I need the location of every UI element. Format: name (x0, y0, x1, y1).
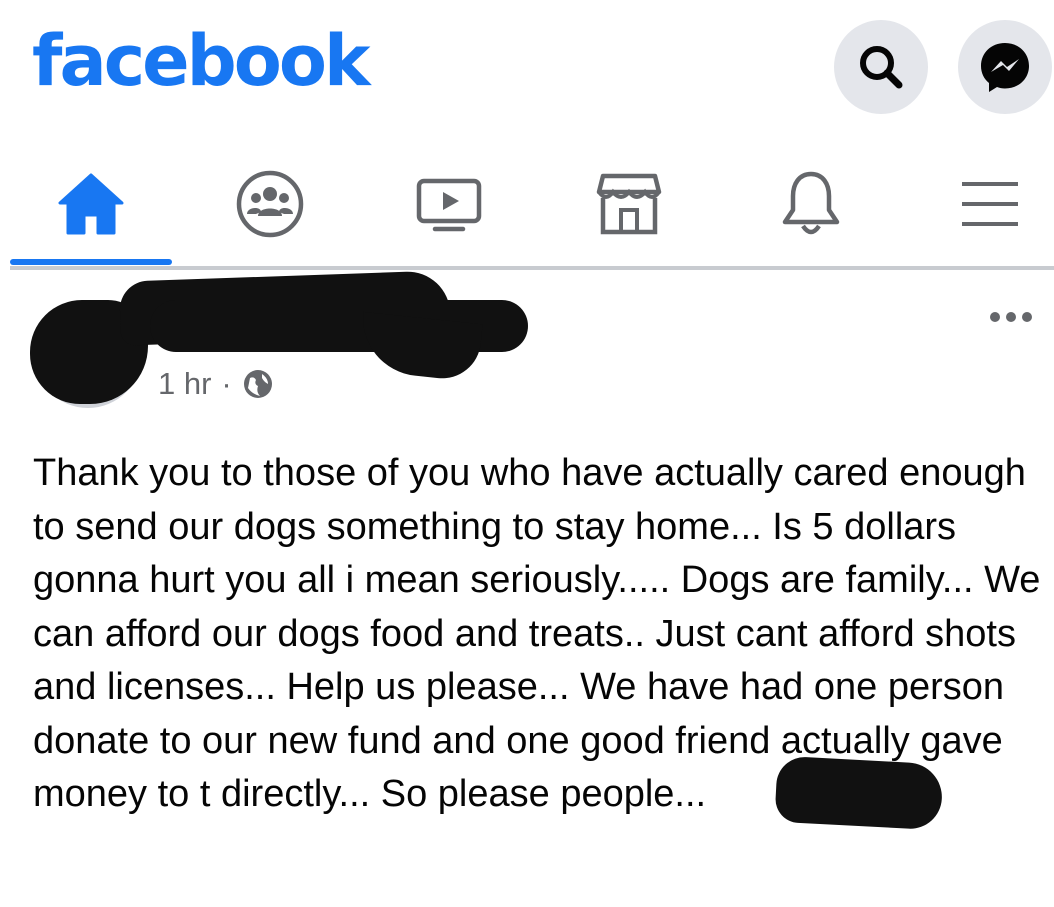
redaction-mark (774, 755, 944, 831)
tab-watch[interactable] (404, 168, 494, 240)
notifications-icon (782, 171, 840, 235)
search-icon (860, 46, 903, 89)
groups-icon (236, 170, 304, 238)
messenger-button[interactable] (958, 20, 1052, 114)
more-options-icon (990, 312, 1000, 322)
meta-separator: · (221, 366, 232, 401)
post-options-button[interactable] (990, 312, 1032, 322)
watch-icon (416, 178, 482, 232)
search-button[interactable] (834, 20, 928, 114)
active-tab-indicator (10, 259, 172, 265)
home-icon (58, 173, 124, 235)
menu-icon (962, 182, 1018, 226)
messenger-icon (981, 43, 1029, 92)
facebook-logo[interactable]: facebook (32, 26, 371, 96)
post-meta: 1 hr · (158, 366, 274, 402)
globe-icon[interactable] (242, 368, 274, 400)
tab-groups[interactable] (225, 168, 315, 240)
tab-home[interactable] (46, 168, 136, 240)
marketplace-icon (596, 173, 662, 235)
post-timestamp[interactable]: 1 hr (158, 366, 211, 402)
tab-menu[interactable] (945, 168, 1035, 240)
tab-marketplace[interactable] (584, 168, 674, 240)
nav-divider (10, 266, 1054, 270)
tab-bar (0, 150, 1054, 270)
tab-notifications[interactable] (766, 168, 856, 240)
redaction-mark (357, 311, 483, 383)
